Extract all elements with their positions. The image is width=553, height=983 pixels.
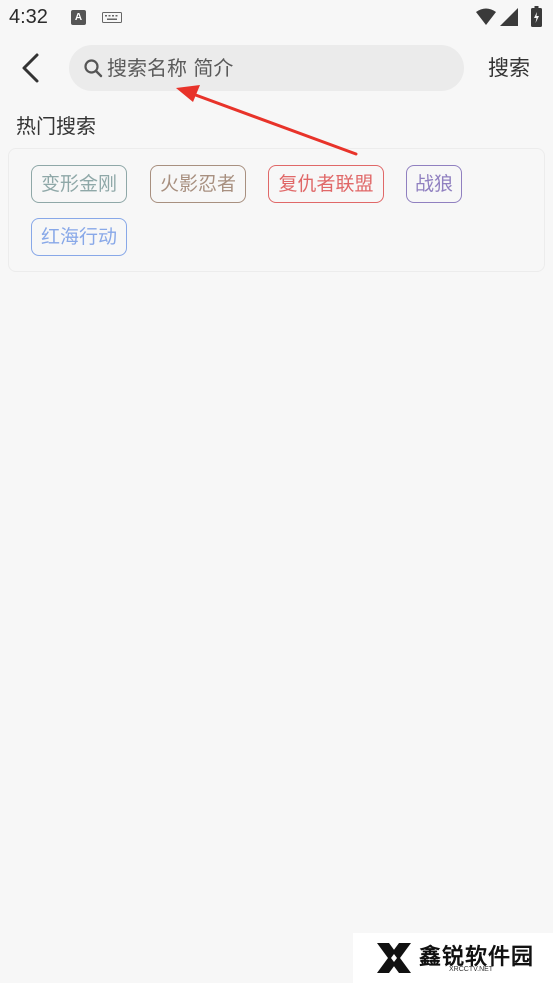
tag-avengers[interactable]: 复仇者联盟 [268, 165, 384, 203]
tag-wolf-warrior[interactable]: 战狼 [406, 165, 462, 203]
tag-transformers[interactable]: 变形金刚 [31, 165, 127, 203]
x-logo-icon [377, 943, 411, 973]
a-notification-icon: A [71, 10, 86, 25]
watermark-site: XRCCTV.NET [449, 966, 494, 973]
keyboard-icon [102, 12, 122, 23]
screen: 4:32 A 搜索 热门搜索 变形金刚 [0, 0, 553, 983]
battery-icon [531, 6, 542, 27]
status-bar: 4:32 A [0, 0, 553, 36]
signal-icon [500, 8, 518, 26]
search-input[interactable] [107, 45, 447, 91]
search-button[interactable]: 搜索 [478, 52, 540, 84]
search-box[interactable] [69, 45, 464, 91]
hot-search-tags: 变形金刚 火影忍者 复仇者联盟 战狼 红海行动 [8, 148, 545, 272]
status-time: 4:32 [9, 6, 48, 28]
wifi-icon [476, 8, 496, 25]
search-icon [84, 59, 103, 78]
tag-naruto[interactable]: 火影忍者 [150, 165, 246, 203]
chevron-left-icon [22, 53, 39, 83]
hot-search-title: 热门搜索 [16, 114, 96, 138]
tag-operation-red-sea[interactable]: 红海行动 [31, 218, 127, 256]
watermark: 鑫锐软件园 XRCCTV.NET [353, 933, 553, 983]
back-button[interactable] [14, 50, 50, 86]
